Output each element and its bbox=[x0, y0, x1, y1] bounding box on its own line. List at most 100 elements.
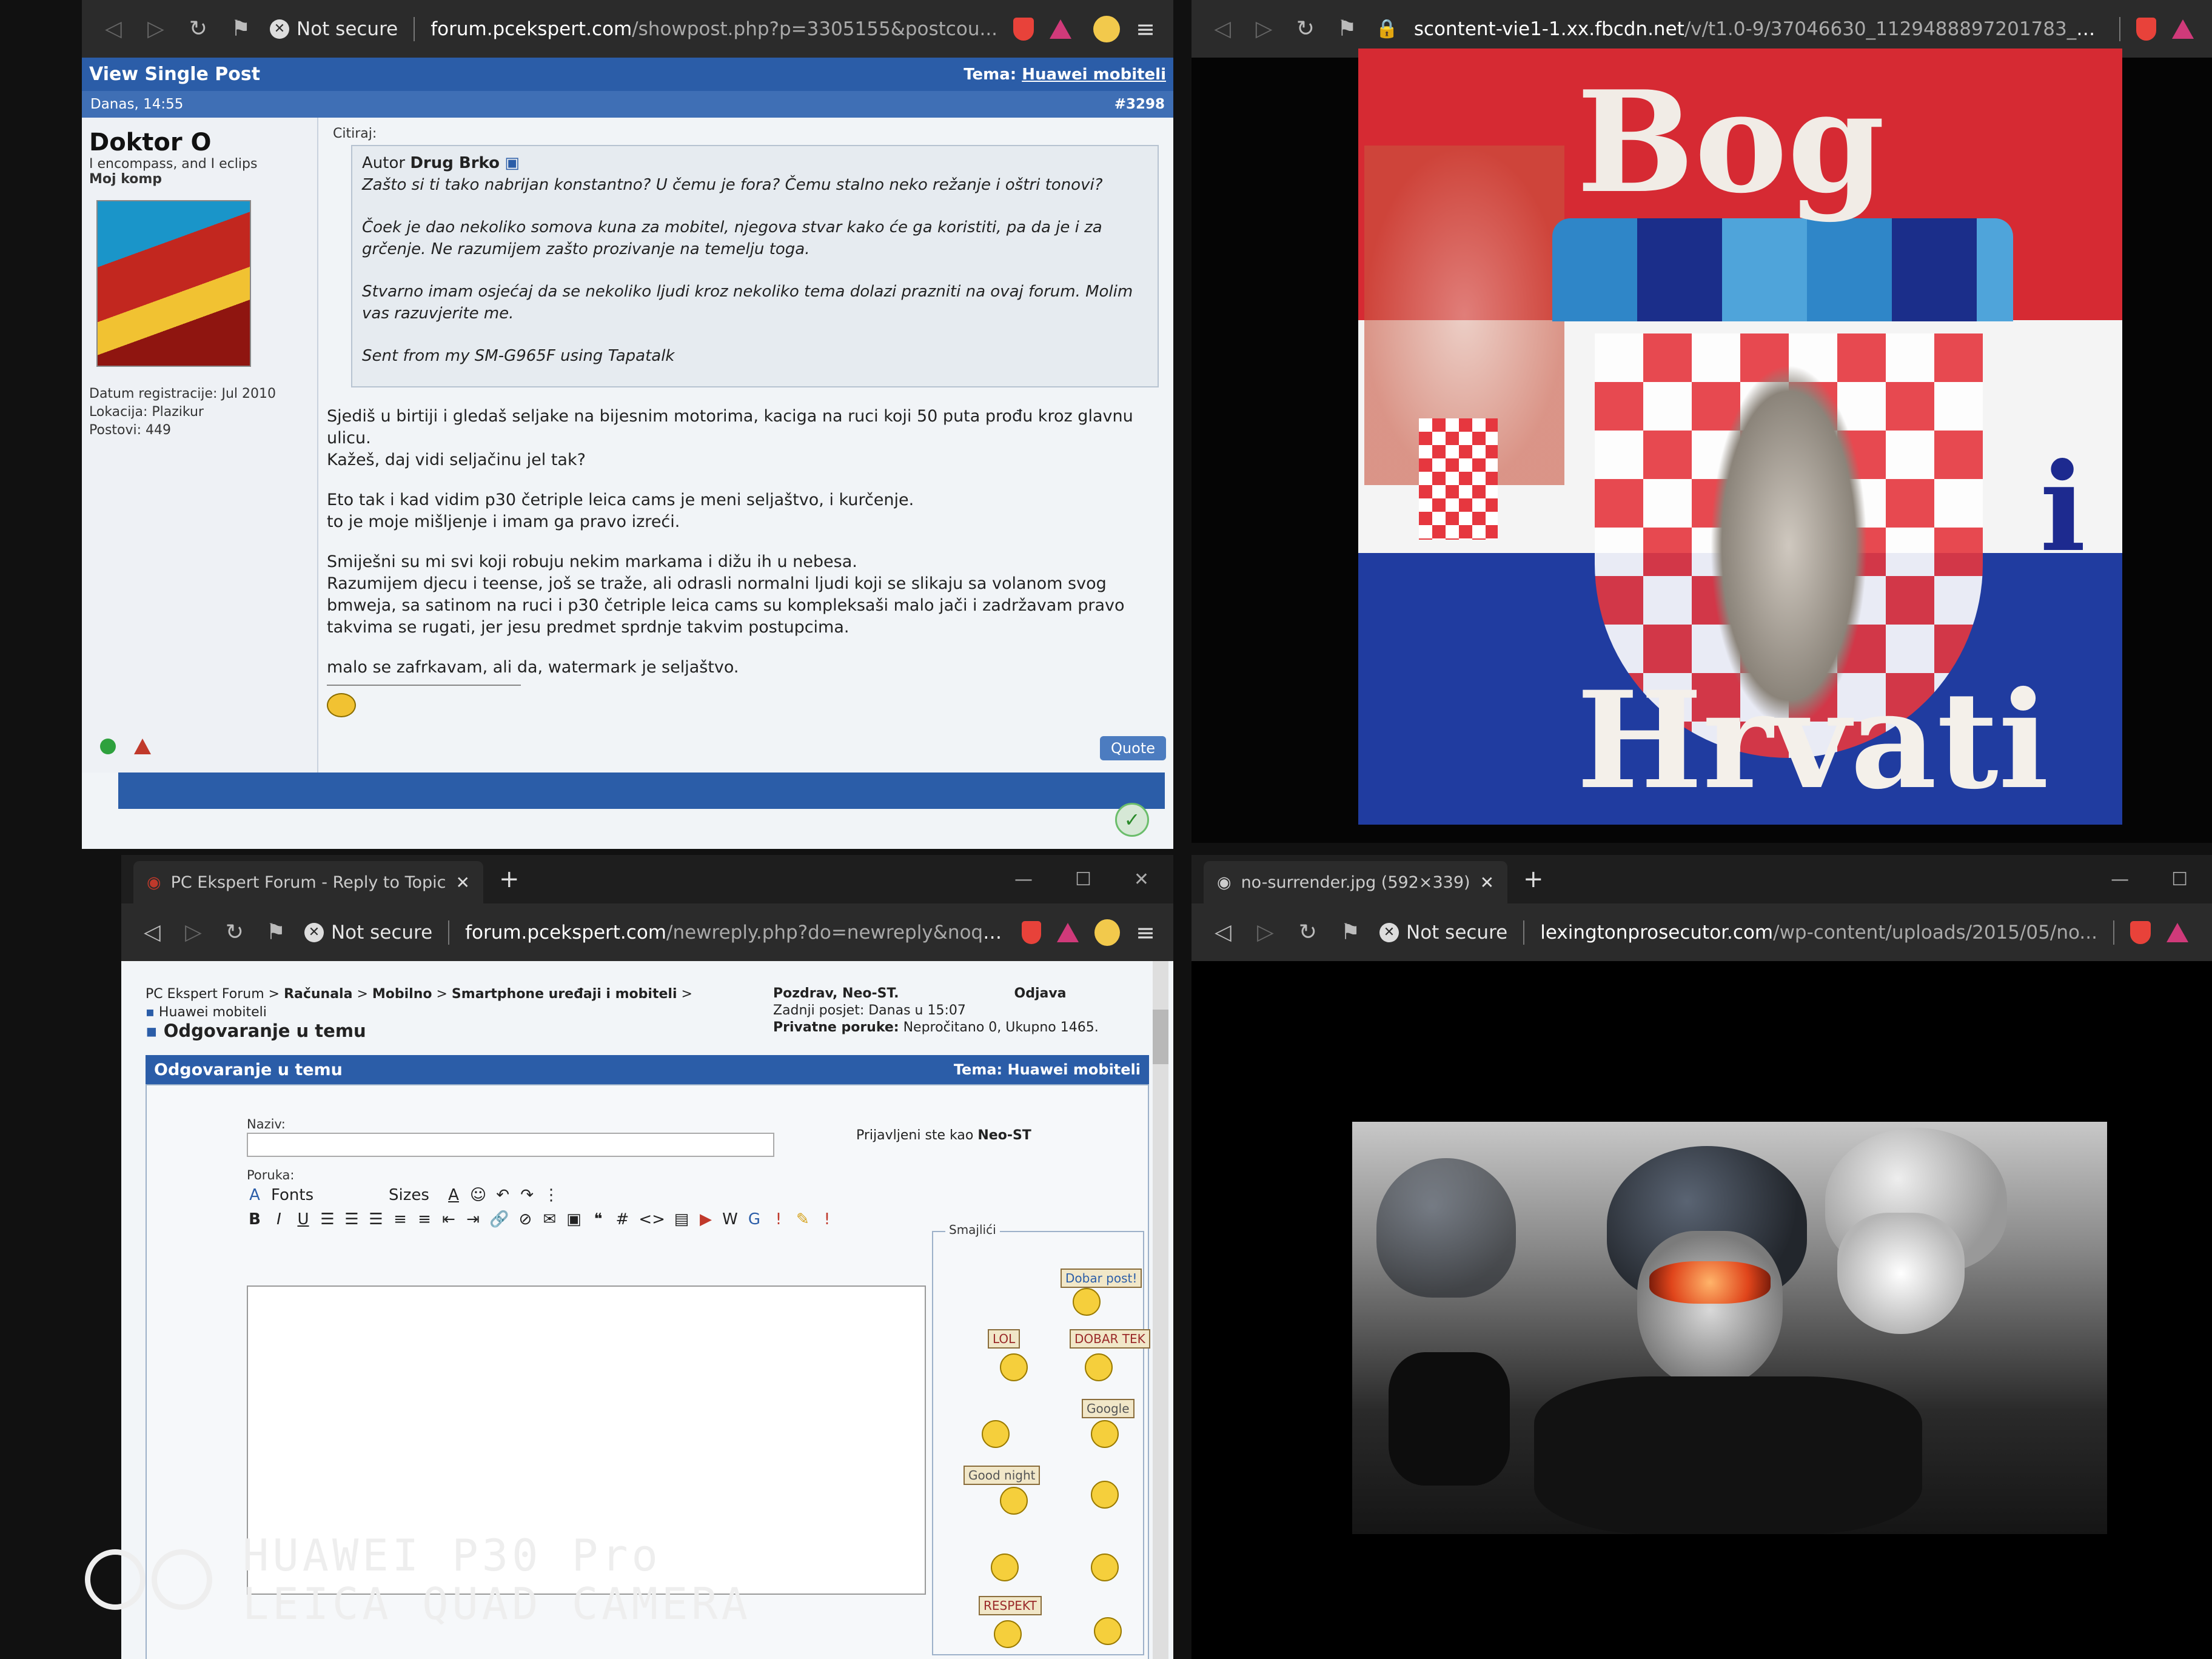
view-post-icon[interactable]: ▣ bbox=[504, 154, 520, 172]
warning-icon[interactable]: ! bbox=[819, 1210, 835, 1228]
browser-tab[interactable]: ◉ no-surrender.jpg (592×339) ✕ bbox=[1204, 861, 1508, 903]
address-bar[interactable]: ◁ ▷ ↻ ⚑ ✕ Not secure forum.pcekspert.com… bbox=[82, 0, 1173, 58]
bold-icon[interactable]: B bbox=[247, 1210, 263, 1228]
back-icon[interactable]: ◁ bbox=[139, 920, 165, 945]
maximize-icon[interactable]: ☐ bbox=[2171, 869, 2188, 890]
security-indicator[interactable]: ✕ Not secure bbox=[270, 18, 398, 40]
smilie-lol[interactable]: LOL bbox=[988, 1329, 1021, 1349]
url-text[interactable]: forum.pcekspert.com/showpost.php?p=33051… bbox=[431, 18, 997, 40]
hash-icon[interactable]: # bbox=[614, 1210, 630, 1228]
extension-icon[interactable] bbox=[1094, 919, 1121, 946]
indent-icon[interactable]: ⇥ bbox=[465, 1210, 481, 1228]
pm-label[interactable]: Privatne poruke: bbox=[773, 1020, 899, 1035]
forward-icon[interactable]: ▷ bbox=[1251, 16, 1276, 41]
logout-link[interactable]: Odjava bbox=[1014, 986, 1067, 1001]
smilie-icon[interactable] bbox=[1094, 1617, 1122, 1645]
smilie-icon[interactable] bbox=[1073, 1288, 1101, 1316]
reload-icon[interactable]: ↻ bbox=[185, 16, 212, 41]
back-icon[interactable]: ◁ bbox=[100, 16, 127, 41]
username[interactable]: Doktor O bbox=[89, 129, 310, 156]
unordered-list-icon[interactable]: ≡ bbox=[417, 1210, 432, 1228]
smilie-icon[interactable] bbox=[982, 1420, 1010, 1448]
back-icon[interactable]: ◁ bbox=[1210, 920, 1236, 945]
wiki-icon[interactable]: W bbox=[722, 1210, 738, 1228]
breadcrumb-item[interactable]: Smartphone uređaji i mobiteli bbox=[452, 987, 677, 1002]
thread-link[interactable]: Huawei mobiteli bbox=[1022, 65, 1166, 84]
forward-icon[interactable]: ▷ bbox=[142, 16, 169, 41]
vertical-scrollbar[interactable] bbox=[1153, 961, 1168, 1659]
smilie-icon[interactable] bbox=[1091, 1420, 1119, 1448]
quote-icon[interactable]: ❝ bbox=[590, 1210, 606, 1228]
brave-shield-icon[interactable] bbox=[1021, 920, 1042, 944]
bookmark-icon[interactable]: ⚑ bbox=[263, 920, 289, 945]
smilie-icon[interactable] bbox=[1000, 1487, 1028, 1515]
switch-mode-icon[interactable]: A bbox=[247, 1186, 263, 1204]
bookmark-icon[interactable]: ⚑ bbox=[227, 16, 254, 41]
smilie-google[interactable]: Google bbox=[1082, 1399, 1134, 1418]
underline-icon[interactable]: U bbox=[295, 1210, 311, 1228]
minimize-icon[interactable]: — bbox=[2111, 869, 2129, 890]
report-icon[interactable] bbox=[134, 739, 151, 754]
breadcrumb-item[interactable]: Računala bbox=[284, 987, 352, 1002]
smilie-icon[interactable] bbox=[991, 1553, 1019, 1581]
brave-rewards-icon[interactable] bbox=[2166, 922, 2188, 942]
menu-icon[interactable]: ≡ bbox=[1136, 16, 1155, 42]
smilie-icon[interactable] bbox=[994, 1620, 1022, 1648]
forward-icon[interactable]: ▷ bbox=[1252, 920, 1279, 945]
redo-icon[interactable]: ↷ bbox=[519, 1186, 535, 1204]
new-tab-icon[interactable]: + bbox=[1523, 865, 1544, 893]
spoiler-icon[interactable]: ! bbox=[771, 1210, 786, 1228]
url-text[interactable]: forum.pcekspert.com/newreply.php?do=newr… bbox=[465, 922, 1006, 943]
code-icon[interactable]: <> bbox=[638, 1210, 665, 1228]
smilie-icon[interactable] bbox=[1085, 1353, 1113, 1381]
note-icon[interactable]: ✎ bbox=[795, 1210, 811, 1228]
breadcrumb-item[interactable]: Mobilno bbox=[372, 987, 432, 1002]
align-center-icon[interactable]: ☰ bbox=[344, 1210, 360, 1228]
smilie-good-night[interactable]: Good night bbox=[964, 1466, 1041, 1485]
email-icon[interactable]: ✉ bbox=[541, 1210, 557, 1228]
breadcrumb-item[interactable]: Huawei mobiteli bbox=[159, 1005, 267, 1020]
menu-icon[interactable]: ≡ bbox=[1136, 919, 1155, 946]
smilie-select-icon[interactable]: ☺ bbox=[470, 1186, 486, 1204]
smilie-icon[interactable] bbox=[1091, 1553, 1119, 1581]
reload-icon[interactable]: ↻ bbox=[1295, 920, 1321, 945]
smilie-icon[interactable] bbox=[1091, 1481, 1119, 1509]
align-left-icon[interactable]: ☰ bbox=[320, 1210, 335, 1228]
google-icon[interactable]: G bbox=[746, 1210, 762, 1228]
image-icon[interactable]: ▣ bbox=[566, 1210, 581, 1228]
back-icon[interactable]: ◁ bbox=[1210, 16, 1235, 41]
close-window-icon[interactable]: ✕ bbox=[1134, 869, 1149, 890]
quote-button[interactable]: Quote bbox=[1100, 736, 1166, 760]
brave-rewards-icon[interactable] bbox=[1050, 19, 1072, 39]
more-icon[interactable]: ⋮ bbox=[543, 1186, 559, 1204]
brave-rewards-icon[interactable] bbox=[1057, 922, 1079, 942]
html-icon[interactable]: ▤ bbox=[674, 1210, 689, 1228]
scrollbar-thumb[interactable] bbox=[1153, 1010, 1168, 1064]
undo-icon[interactable]: ↶ bbox=[495, 1186, 511, 1204]
forward-icon[interactable]: ▷ bbox=[181, 920, 206, 945]
url-text[interactable]: lexingtonprosecutor.com/wp-content/uploa… bbox=[1540, 922, 2097, 943]
reload-icon[interactable]: ↻ bbox=[222, 920, 247, 945]
align-right-icon[interactable]: ☰ bbox=[368, 1210, 384, 1228]
ordered-list-icon[interactable]: ≡ bbox=[392, 1210, 408, 1228]
maximize-icon[interactable]: ☐ bbox=[1075, 869, 1091, 890]
address-bar[interactable]: ◁ ▷ ↻ ⚑ ✕ Not secure lexingtonprosecutor… bbox=[1191, 903, 2212, 961]
italic-icon[interactable]: I bbox=[271, 1210, 287, 1228]
smilie-icon[interactable] bbox=[1000, 1353, 1028, 1381]
brave-shield-icon[interactable] bbox=[2136, 17, 2156, 41]
text-color-icon[interactable]: A bbox=[446, 1186, 461, 1204]
brave-shield-icon[interactable] bbox=[1013, 17, 1034, 41]
title-input[interactable] bbox=[247, 1133, 774, 1157]
brave-shield-icon[interactable] bbox=[2130, 920, 2151, 944]
bookmark-icon[interactable]: ⚑ bbox=[1334, 16, 1359, 41]
size-select[interactable]: Sizes bbox=[389, 1186, 437, 1204]
link-icon[interactable]: 🔗 bbox=[489, 1210, 509, 1228]
font-select[interactable]: Fonts bbox=[271, 1186, 380, 1204]
smilie-dobar-post[interactable]: Dobar post! bbox=[1061, 1269, 1142, 1288]
close-tab-icon[interactable]: ✕ bbox=[1480, 873, 1494, 893]
brave-rewards-icon[interactable] bbox=[2172, 19, 2194, 39]
unlink-icon[interactable]: ⊘ bbox=[517, 1210, 533, 1228]
outdent-icon[interactable]: ⇤ bbox=[441, 1210, 457, 1228]
minimize-icon[interactable]: — bbox=[1014, 869, 1033, 890]
youtube-icon[interactable]: ▶ bbox=[698, 1210, 714, 1228]
